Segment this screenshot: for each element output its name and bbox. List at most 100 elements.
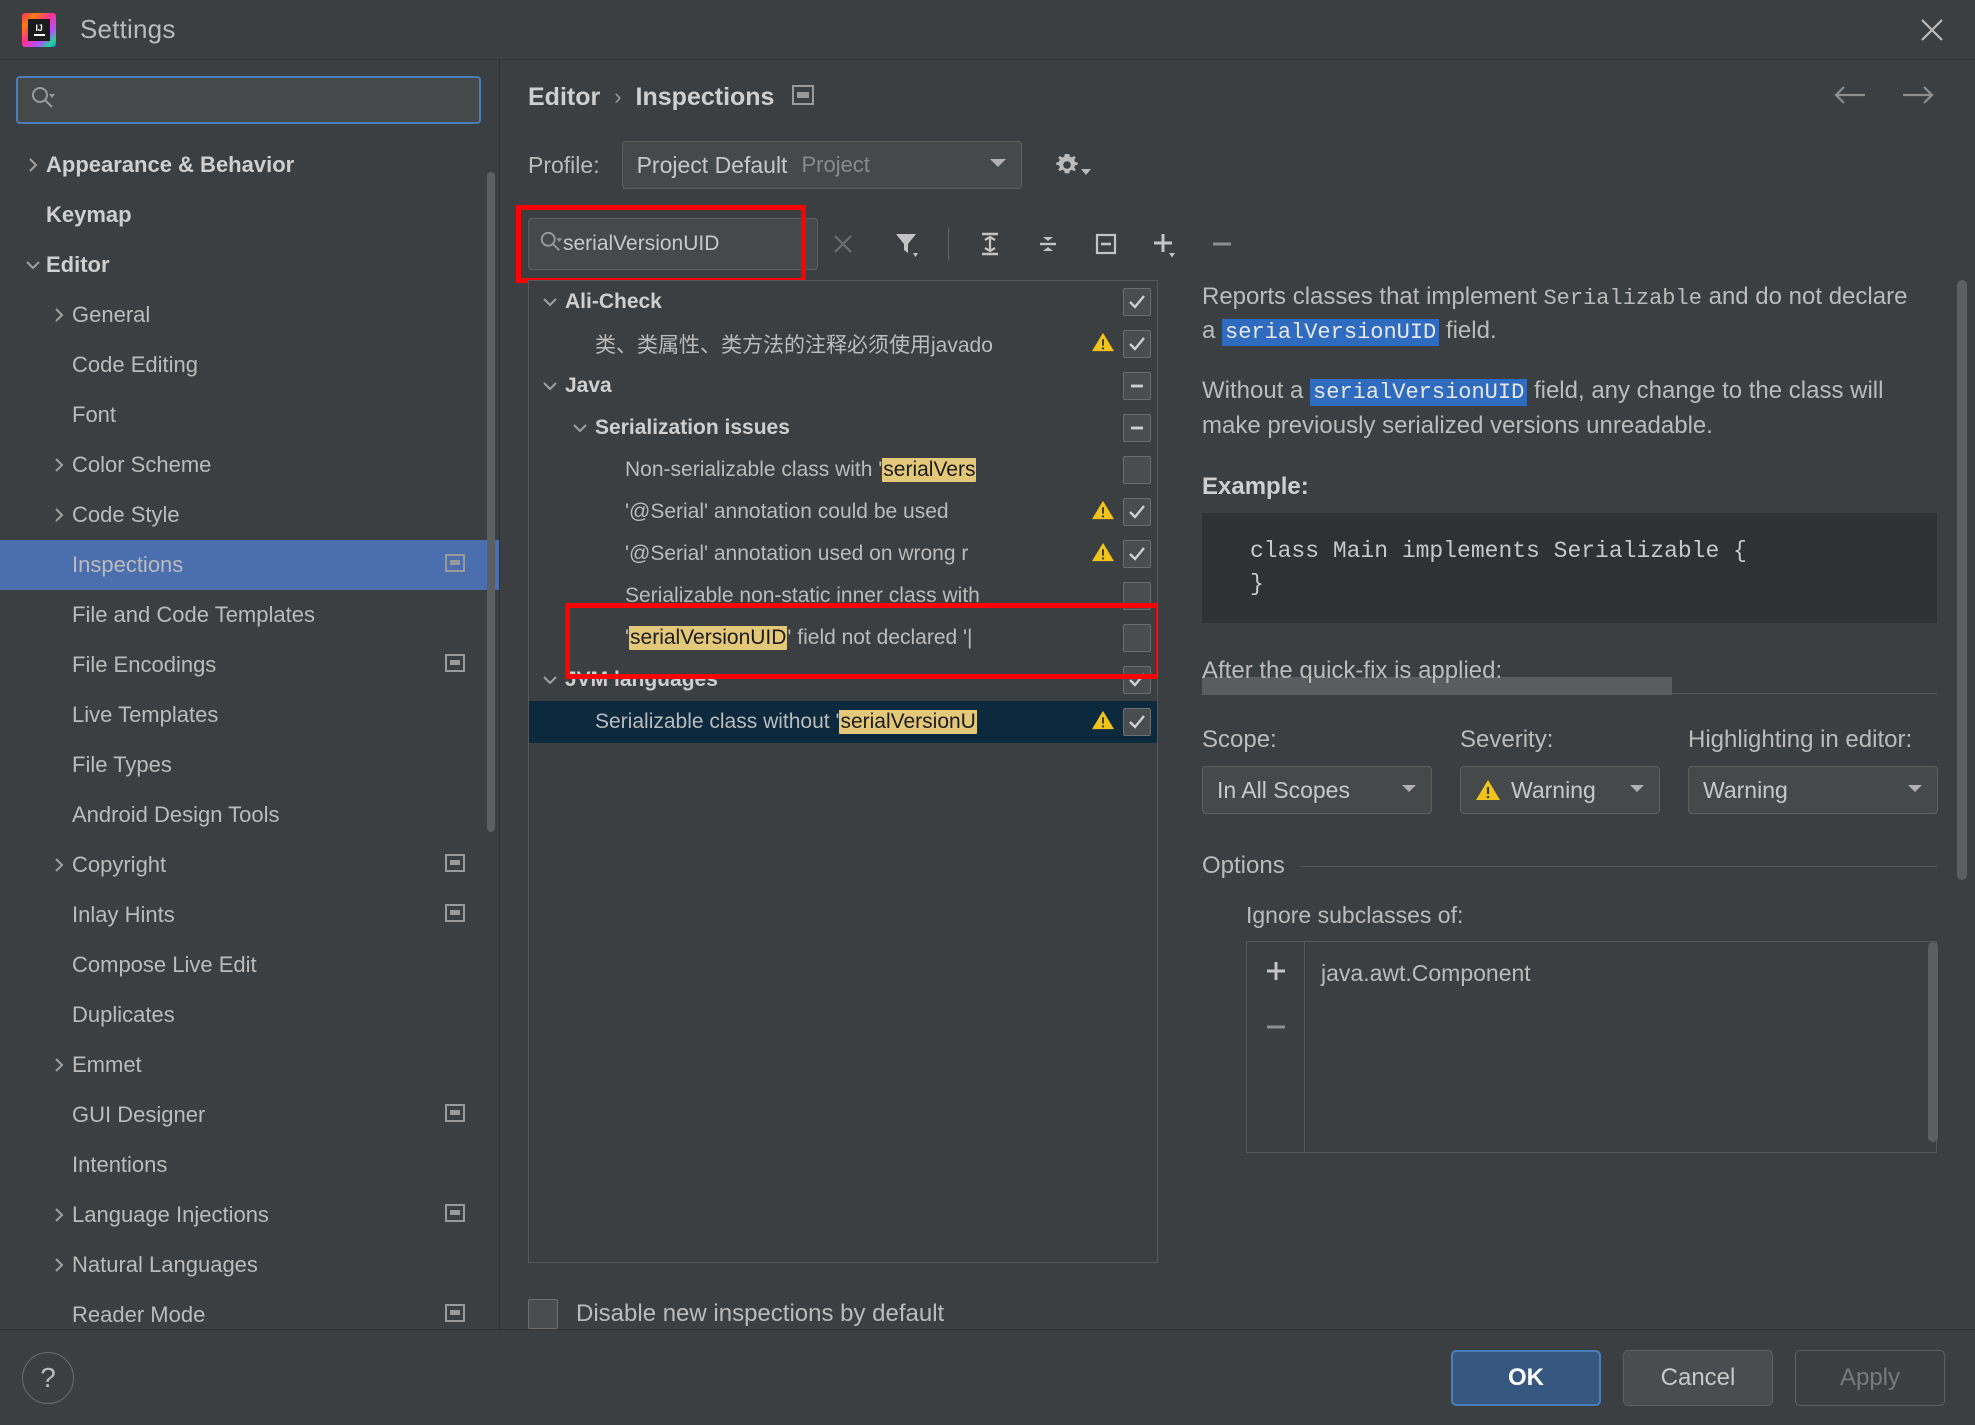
disable-new-inspections-row[interactable]: Disable new inspections by default: [528, 1299, 1975, 1329]
scope-field: Scope: In All Scopes: [1202, 726, 1432, 814]
sidebar-item-general[interactable]: General: [0, 290, 499, 340]
inspection-fields: Scope: In All Scopes Severity:: [1202, 726, 1975, 814]
severity-dropdown[interactable]: Warning: [1460, 766, 1660, 814]
collapse-all-icon[interactable]: [1023, 218, 1073, 270]
sidebar-item-duplicates[interactable]: Duplicates: [0, 990, 499, 1040]
breadcrumb-parent[interactable]: Editor: [528, 83, 600, 112]
inspection-checkbox[interactable]: [1123, 582, 1151, 610]
sidebar-item-file-encodings[interactable]: File Encodings: [0, 640, 499, 690]
sidebar-item-label: File Types: [72, 752, 172, 778]
highlighting-dropdown[interactable]: Warning: [1688, 766, 1938, 814]
chevron-right-icon: [51, 457, 67, 473]
ok-button[interactable]: OK: [1451, 1350, 1601, 1406]
tree-toggle[interactable]: [46, 857, 72, 873]
inspection-checkbox[interactable]: [1123, 498, 1151, 526]
gear-icon[interactable]: [1052, 150, 1092, 180]
remove-icon[interactable]: [1259, 1010, 1293, 1044]
inspection-row[interactable]: Ali-Check: [529, 281, 1157, 323]
add-icon[interactable]: [1139, 218, 1189, 270]
profile-dropdown[interactable]: Project Default Project: [622, 141, 1022, 189]
list-item[interactable]: java.awt.Component: [1321, 954, 1936, 992]
inspection-checkbox[interactable]: [1123, 414, 1151, 442]
sidebar-item-file-and-code-templates[interactable]: File and Code Templates: [0, 590, 499, 640]
inspection-row[interactable]: '@Serial' annotation used on wrong r: [529, 533, 1157, 575]
sidebar-item-appearance-behavior[interactable]: Appearance & Behavior: [0, 140, 499, 190]
inspection-checkbox[interactable]: [1123, 330, 1151, 358]
inspection-label: Serializable non-static inner class with: [625, 584, 980, 608]
options-scrollbar-thumb[interactable]: [1928, 942, 1938, 1142]
close-icon[interactable]: [1915, 13, 1949, 47]
arrow-right-icon[interactable]: [1901, 83, 1935, 112]
sidebar-search-box[interactable]: [16, 76, 481, 124]
settings-page-icon: [445, 854, 465, 877]
filter-icon[interactable]: [882, 218, 932, 270]
inspection-row[interactable]: '@Serial' annotation could be used: [529, 491, 1157, 533]
inspection-search-input[interactable]: [563, 232, 807, 256]
tree-toggle[interactable]: [535, 378, 565, 394]
inspection-row[interactable]: Java: [529, 365, 1157, 407]
tree-toggle[interactable]: [46, 307, 72, 323]
disable-new-inspections-checkbox[interactable]: [528, 1299, 558, 1329]
tree-toggle[interactable]: [46, 1057, 72, 1073]
sidebar-item-editor[interactable]: Editor: [0, 240, 499, 290]
sidebar-item-keymap[interactable]: Keymap: [0, 190, 499, 240]
code-line: class Main implements Serializable {: [1250, 535, 1937, 568]
remove-icon[interactable]: [1197, 218, 1247, 270]
tree-toggle[interactable]: [535, 672, 565, 688]
inspection-row[interactable]: Serializable non-static inner class with: [529, 575, 1157, 617]
sidebar-item-reader-mode[interactable]: Reader Mode: [0, 1290, 499, 1329]
expand-all-icon[interactable]: [965, 218, 1015, 270]
sidebar-item-copyright[interactable]: Copyright: [0, 840, 499, 890]
sidebar-item-font[interactable]: Font: [0, 390, 499, 440]
description-scrollbar-thumb[interactable]: [1957, 280, 1967, 880]
tree-toggle[interactable]: [46, 507, 72, 523]
inspection-row[interactable]: Non-serializable class with 'serialVers: [529, 449, 1157, 491]
sidebar-item-natural-languages[interactable]: Natural Languages: [0, 1240, 499, 1290]
show-only-enabled-icon[interactable]: [1081, 218, 1131, 270]
add-icon[interactable]: [1259, 954, 1293, 988]
tree-toggle[interactable]: [46, 1207, 72, 1223]
inspection-row[interactable]: 'serialVersionUID' field not declared '|: [529, 617, 1157, 659]
inspection-row[interactable]: Serializable class without 'serialVersio…: [529, 701, 1157, 743]
sidebar-item-live-templates[interactable]: Live Templates: [0, 690, 499, 740]
cancel-button[interactable]: Cancel: [1623, 1350, 1773, 1406]
arrow-left-icon[interactable]: [1833, 83, 1867, 112]
inspection-checkbox[interactable]: [1123, 372, 1151, 400]
inspection-checkbox[interactable]: [1123, 456, 1151, 484]
inspection-checkbox[interactable]: [1123, 288, 1151, 316]
inspection-checkbox[interactable]: [1123, 708, 1151, 736]
sidebar-scrollbar-thumb[interactable]: [487, 172, 495, 832]
sidebar-item-file-types[interactable]: File Types: [0, 740, 499, 790]
tree-toggle[interactable]: [46, 457, 72, 473]
tree-toggle[interactable]: [20, 157, 46, 173]
sidebar-item-code-style[interactable]: Code Style: [0, 490, 499, 540]
tree-toggle[interactable]: [46, 1257, 72, 1273]
sidebar-item-color-scheme[interactable]: Color Scheme: [0, 440, 499, 490]
inspection-row[interactable]: JVM languages: [529, 659, 1157, 701]
help-button[interactable]: ?: [22, 1352, 74, 1404]
sidebar-item-code-editing[interactable]: Code Editing: [0, 340, 499, 390]
sidebar-search-input[interactable]: [62, 89, 467, 111]
chevron-right-icon: [51, 307, 67, 323]
inspection-row[interactable]: Serialization issues: [529, 407, 1157, 449]
clear-search-icon[interactable]: [818, 218, 868, 270]
inspection-search-box[interactable]: [528, 218, 818, 270]
inspection-checkbox[interactable]: [1123, 624, 1151, 652]
sidebar-item-gui-designer[interactable]: GUI Designer: [0, 1090, 499, 1140]
inspection-checkbox[interactable]: [1123, 540, 1151, 568]
tree-toggle[interactable]: [20, 257, 46, 273]
tree-toggle[interactable]: [535, 294, 565, 310]
inspections-main-panel: Editor › Inspections: [500, 60, 1975, 1329]
sidebar-item-intentions[interactable]: Intentions: [0, 1140, 499, 1190]
sidebar-item-compose-live-edit[interactable]: Compose Live Edit: [0, 940, 499, 990]
scope-dropdown[interactable]: In All Scopes: [1202, 766, 1432, 814]
inspection-checkbox[interactable]: [1123, 666, 1151, 694]
inspection-row[interactable]: 类、类属性、类方法的注释必须使用javado: [529, 323, 1157, 365]
sidebar-item-inspections[interactable]: Inspections: [0, 540, 499, 590]
tree-toggle[interactable]: [565, 420, 595, 436]
sidebar-item-language-injections[interactable]: Language Injections: [0, 1190, 499, 1240]
sidebar-item-emmet[interactable]: Emmet: [0, 1040, 499, 1090]
options-section: Options Ignore subclasses of:: [1202, 852, 1975, 1153]
sidebar-item-inlay-hints[interactable]: Inlay Hints: [0, 890, 499, 940]
sidebar-item-android-design-tools[interactable]: Android Design Tools: [0, 790, 499, 840]
